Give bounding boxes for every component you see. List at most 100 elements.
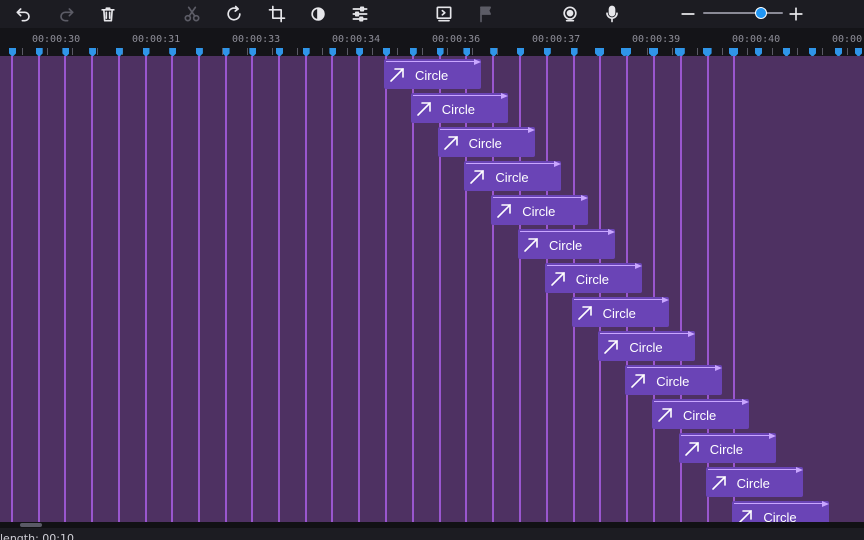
clip-label: Circle: [495, 170, 529, 185]
clip-label: Circle: [602, 306, 636, 321]
ruler-tick: [322, 48, 323, 55]
clip-circle-transition[interactable]: Circle: [437, 127, 535, 157]
rotate-button[interactable]: [222, 2, 246, 26]
arrow-up-right-icon: [577, 306, 592, 320]
arrow-up-right-icon: [658, 408, 672, 422]
clip-circle-transition[interactable]: Circle: [678, 433, 776, 463]
clip-duration-arrow: [706, 467, 803, 473]
ruler-tick: [672, 48, 673, 55]
marker-line: [91, 56, 94, 522]
scrollbar-thumb[interactable]: [20, 523, 42, 527]
clip-circle-transition[interactable]: Circle: [652, 399, 749, 429]
ruler-tick: [247, 48, 248, 55]
arrow-up-right-icon: [524, 238, 538, 252]
clip-circle-transition[interactable]: Circle: [732, 501, 830, 522]
arrow-up-right-icon: [497, 204, 511, 218]
marker-line: [465, 56, 468, 522]
delete-button[interactable]: [96, 2, 120, 26]
marker-line: [653, 56, 655, 522]
clip-circle-transition[interactable]: Circle: [544, 263, 642, 293]
ruler-time-label: 00:00:34: [332, 34, 381, 45]
clip-label: Circle: [468, 136, 502, 151]
zoom-slider[interactable]: [703, 6, 783, 20]
clip-label: Circle: [549, 238, 583, 253]
clip-duration-arrow: [438, 127, 535, 133]
clip-label: Circle: [763, 510, 797, 522]
webcam-record-button[interactable]: [558, 2, 582, 26]
ruler-tick: [697, 48, 698, 55]
ruler-time-label: 00:00:30: [32, 34, 81, 45]
arrow-up-right-icon: [684, 442, 699, 456]
clip-duration-arrow: [652, 399, 749, 405]
marker-line: [438, 56, 441, 522]
marker-line: [251, 56, 254, 522]
clip-circle-transition[interactable]: Circle: [518, 229, 615, 259]
marker-line: [519, 56, 521, 522]
clip-label: Circle: [629, 340, 663, 355]
split-button[interactable]: [180, 2, 204, 26]
color-adjust-button[interactable]: [306, 2, 330, 26]
arrow-up-right-icon: [390, 68, 404, 82]
marker-line: [11, 56, 13, 522]
clip-duration-arrow: [518, 229, 615, 235]
rotate-icon: [227, 5, 241, 21]
contrast-icon: [311, 7, 325, 21]
clip-label: Circle: [522, 204, 556, 219]
webcam-icon: [563, 6, 577, 22]
timeline-track[interactable]: Circle Circle Circle Circle Circle Circle Circ…: [0, 56, 864, 522]
ruler-tick: [347, 48, 348, 55]
flag-icon: [480, 6, 491, 23]
clip-duration-arrow: [545, 263, 642, 269]
zoom-out-button[interactable]: [676, 2, 700, 26]
ruler-tick: [422, 48, 423, 55]
marker-line: [304, 56, 307, 522]
ruler-time-label: 00:00: [832, 34, 863, 45]
zoom-in-button[interactable]: [784, 2, 808, 26]
clip-properties-button[interactable]: [348, 2, 372, 26]
ruler-time-label: 00:00:40: [732, 34, 781, 45]
timeline-ruler[interactable]: 00:00:30 00:00:31 00:00:33 00:00:34 00:00:36…: [0, 28, 864, 57]
trash-icon: [101, 7, 115, 22]
clip-circle-transition[interactable]: Circle: [384, 59, 481, 89]
transition-icon: [436, 6, 452, 22]
ruler-time-label: 00:00:36: [432, 34, 481, 45]
clip-circle-transition[interactable]: Circle: [491, 195, 589, 225]
clip-duration-arrow: [598, 331, 696, 337]
clip-circle-transition[interactable]: Circle: [625, 365, 723, 395]
arrow-up-right-icon: [631, 374, 645, 388]
redo-button[interactable]: [54, 2, 78, 26]
undo-button[interactable]: [12, 2, 36, 26]
ruler-tick: [297, 48, 298, 55]
clip-label: Circle: [683, 408, 717, 423]
clip-circle-transition[interactable]: Circle: [410, 93, 508, 123]
clip-circle-transition[interactable]: Circle: [705, 467, 803, 497]
voiceover-button[interactable]: [600, 2, 624, 26]
marker-line: [358, 56, 361, 522]
clip-duration-arrow: [464, 161, 562, 167]
clip-label: Circle: [575, 272, 610, 287]
marker-line: [197, 56, 200, 522]
arrow-up-right-icon: [711, 476, 726, 490]
marker-line: [144, 56, 147, 522]
marker-line: [492, 56, 495, 522]
insert-transition-button[interactable]: [432, 2, 456, 26]
clip-circle-transition[interactable]: Circle: [571, 297, 669, 327]
crop-button[interactable]: [265, 2, 289, 26]
marker-line: [278, 56, 280, 522]
ruler-tick: [372, 48, 373, 55]
marker-line: [171, 56, 174, 522]
arrow-up-right-icon: [739, 510, 753, 522]
minus-icon: [681, 13, 695, 15]
clip-circle-transition[interactable]: Circle: [464, 161, 562, 191]
sliders-icon: [352, 6, 368, 22]
clip-circle-transition[interactable]: Circle: [598, 331, 696, 361]
arrow-up-right-icon: [443, 136, 458, 150]
zoom-slider-handle[interactable]: [754, 7, 767, 19]
ruler-tick: [722, 48, 723, 55]
undo-icon: [16, 8, 30, 22]
ruler-tick: [272, 48, 273, 55]
ruler-tick: [797, 48, 798, 55]
marker-line: [331, 56, 334, 522]
marker-line: [411, 56, 414, 522]
marker-button[interactable]: [474, 2, 498, 26]
